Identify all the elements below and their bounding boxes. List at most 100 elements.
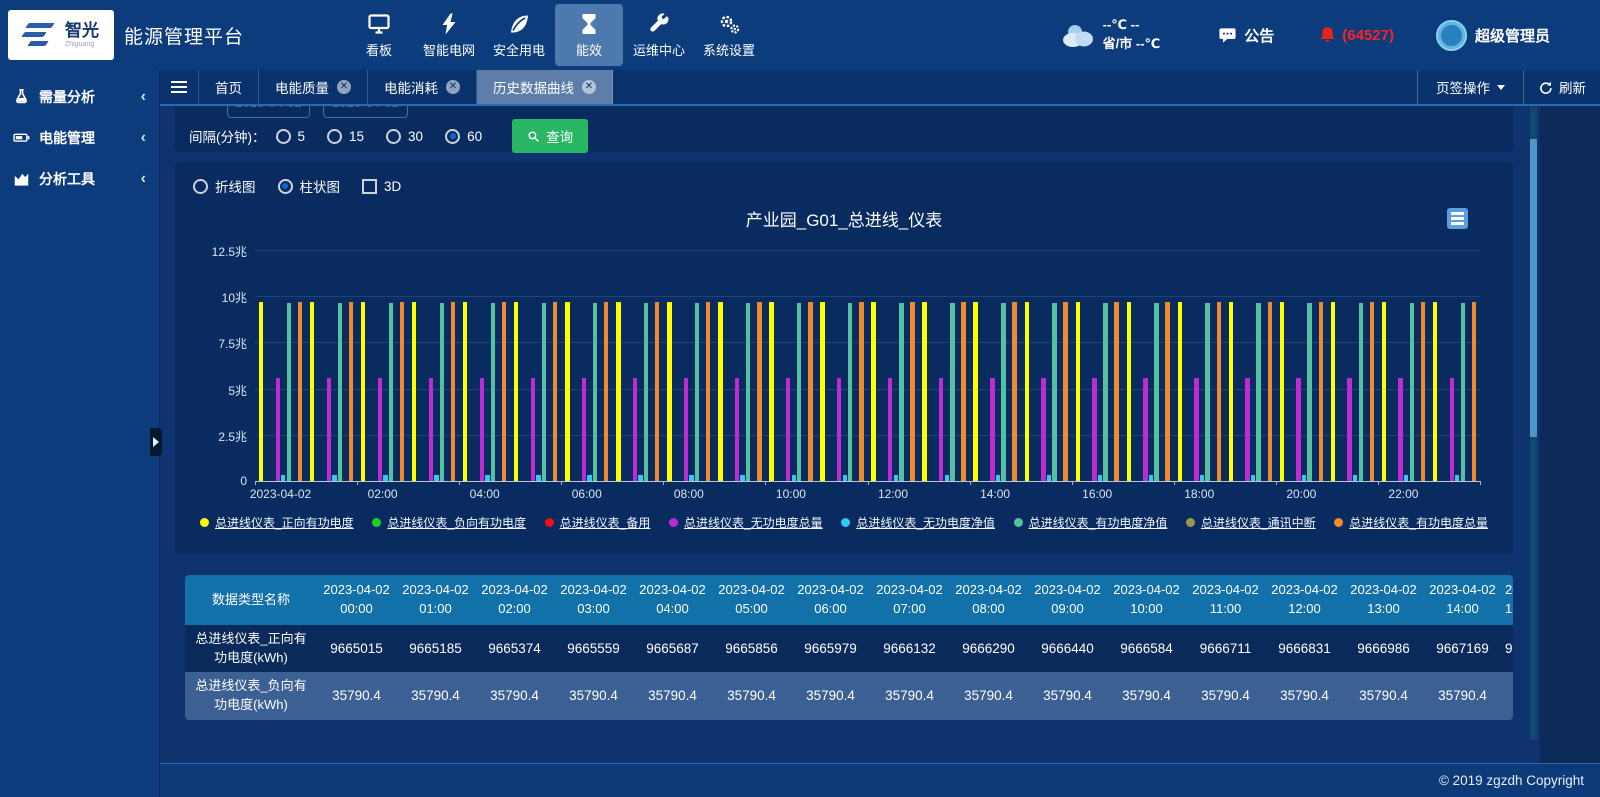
bar-series-4[interactable] xyxy=(740,475,744,481)
bar-series-0[interactable] xyxy=(1331,302,1335,481)
bar-series-7[interactable] xyxy=(1217,302,1221,481)
bar-series-3[interactable] xyxy=(633,378,637,481)
menu-toggle-button[interactable] xyxy=(160,70,199,104)
bar-series-4[interactable] xyxy=(689,475,693,481)
bar-series-5[interactable] xyxy=(797,303,801,481)
bar-series-4[interactable] xyxy=(332,475,336,481)
bar-series-7[interactable] xyxy=(1319,302,1323,481)
bar-series-0[interactable] xyxy=(1076,302,1080,481)
bar-series-7[interactable] xyxy=(1268,302,1272,481)
bar-series-3[interactable] xyxy=(1245,378,1249,481)
sidebar-item-energy-management[interactable]: 电能管理‹ xyxy=(0,117,159,158)
bar-series-4[interactable] xyxy=(1251,475,1255,481)
sidebar-item-demand-analysis[interactable]: 需量分析‹ xyxy=(0,76,159,117)
bar-series-0[interactable] xyxy=(259,302,263,481)
interval-radio-30[interactable]: 30 xyxy=(386,129,423,144)
bar-series-3[interactable] xyxy=(888,378,892,481)
bar-series-0[interactable] xyxy=(820,302,824,481)
refresh-button[interactable]: 刷新 xyxy=(1523,70,1600,104)
bar-series-3[interactable] xyxy=(582,378,586,481)
sidebar-collapse-handle[interactable] xyxy=(150,428,162,456)
bar-series-4[interactable] xyxy=(1455,475,1459,481)
bar-series-3[interactable] xyxy=(429,378,433,481)
bar-series-4[interactable] xyxy=(281,475,285,481)
bar-series-5[interactable] xyxy=(899,303,903,481)
legend-item[interactable]: 总进线仪表_通讯中断 xyxy=(1186,514,1316,531)
bar-series-7[interactable] xyxy=(553,302,557,481)
bar-series-7[interactable] xyxy=(1421,302,1425,481)
bar-series-7[interactable] xyxy=(859,302,863,481)
bar-series-4[interactable] xyxy=(1404,475,1408,481)
bar-series-7[interactable] xyxy=(808,302,812,481)
bar-series-5[interactable] xyxy=(491,303,495,481)
bar-series-5[interactable] xyxy=(1052,303,1056,481)
bar-series-5[interactable] xyxy=(644,303,648,481)
bar-series-4[interactable] xyxy=(843,475,847,481)
bar-series-7[interactable] xyxy=(1165,302,1169,481)
nav-item-dashboard[interactable]: 看板 xyxy=(345,4,413,66)
tab-history-curve[interactable]: 历史数据曲线✕ xyxy=(477,70,613,104)
bar-series-7[interactable] xyxy=(961,302,965,481)
bar-series-5[interactable] xyxy=(1461,303,1465,481)
nav-item-smart-grid[interactable]: 智能电网 xyxy=(415,4,483,66)
bar-series-4[interactable] xyxy=(434,475,438,481)
bar-series-5[interactable] xyxy=(695,303,699,481)
nav-item-safe-power[interactable]: 安全用电 xyxy=(485,4,553,66)
bar-series-5[interactable] xyxy=(287,303,291,481)
legend-item[interactable]: 总进线仪表_负向有功电度 xyxy=(372,514,526,531)
bar-series-4[interactable] xyxy=(1353,475,1357,481)
bar-series-5[interactable] xyxy=(1103,303,1107,481)
bar-series-3[interactable] xyxy=(1398,378,1402,481)
bar-series-5[interactable] xyxy=(950,303,954,481)
bar-series-5[interactable] xyxy=(1001,303,1005,481)
bar-series-0[interactable] xyxy=(412,302,416,481)
bar-series-0[interactable] xyxy=(1280,302,1284,481)
bar-series-4[interactable] xyxy=(792,475,796,481)
alarm-button[interactable]: (64527) xyxy=(1318,25,1394,45)
bar-series-0[interactable] xyxy=(1229,302,1233,481)
bar-series-4[interactable] xyxy=(587,475,591,481)
user-menu[interactable]: 超级管理员 xyxy=(1436,20,1550,51)
bar-series-3[interactable] xyxy=(1041,378,1045,481)
bar-series-4[interactable] xyxy=(1149,475,1153,481)
bar-series-3[interactable] xyxy=(1143,378,1147,481)
bar-series-4[interactable] xyxy=(638,475,642,481)
bar-series-3[interactable] xyxy=(684,378,688,481)
bar-series-0[interactable] xyxy=(1025,302,1029,481)
bar-series-5[interactable] xyxy=(1410,303,1414,481)
bar-series-3[interactable] xyxy=(378,378,382,481)
interval-radio-15[interactable]: 15 xyxy=(327,129,364,144)
chart-type-radio-selected[interactable]: 柱状图 xyxy=(278,176,341,196)
bar-series-3[interactable] xyxy=(735,378,739,481)
bar-series-0[interactable] xyxy=(1433,302,1437,481)
bar-series-5[interactable] xyxy=(593,303,597,481)
bar-series-7[interactable] xyxy=(451,302,455,481)
bar-series-4[interactable] xyxy=(945,475,949,481)
bar-series-3[interactable] xyxy=(1450,378,1454,481)
bar-series-0[interactable] xyxy=(1178,302,1182,481)
interval-radio-60[interactable]: 60 xyxy=(445,129,482,144)
bar-series-5[interactable] xyxy=(1359,303,1363,481)
bar-series-5[interactable] xyxy=(848,303,852,481)
bar-series-7[interactable] xyxy=(604,302,608,481)
bar-series-4[interactable] xyxy=(1302,475,1306,481)
bar-series-7[interactable] xyxy=(757,302,761,481)
bar-series-4[interactable] xyxy=(536,475,540,481)
close-icon[interactable]: ✕ xyxy=(582,80,596,94)
bar-series-0[interactable] xyxy=(310,302,314,481)
close-icon[interactable]: ✕ xyxy=(446,80,460,94)
bar-series-7[interactable] xyxy=(298,302,302,481)
legend-item[interactable]: 总进线仪表_无功电度总量 xyxy=(669,514,823,531)
bar-series-0[interactable] xyxy=(718,302,722,481)
nav-item-ops-center[interactable]: 运维中心 xyxy=(625,4,693,66)
bar-series-5[interactable] xyxy=(338,303,342,481)
bar-series-0[interactable] xyxy=(973,302,977,481)
tab-power-quality[interactable]: 电能质量✕ xyxy=(259,70,368,104)
bar-series-7[interactable] xyxy=(655,302,659,481)
bar-series-4[interactable] xyxy=(383,475,387,481)
bar-series-0[interactable] xyxy=(922,302,926,481)
bar-series-0[interactable] xyxy=(463,302,467,481)
bar-series-3[interactable] xyxy=(327,378,331,481)
checkbox-3d[interactable]: 3D xyxy=(362,179,401,194)
bar-series-3[interactable] xyxy=(786,378,790,481)
